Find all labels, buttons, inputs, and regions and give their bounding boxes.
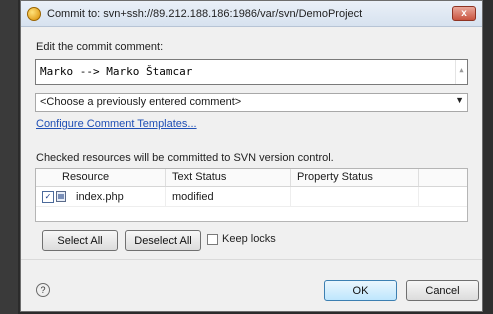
resource-name: index.php — [76, 190, 124, 203]
configure-templates-link[interactable]: Configure Comment Templates... — [36, 118, 197, 130]
column-header-extra — [419, 169, 467, 186]
previous-comment-value: <Choose a previously entered comment> — [40, 96, 242, 108]
background-left-strip — [0, 0, 18, 314]
resource-checkbox[interactable]: ✓ — [42, 190, 54, 203]
deselect-all-button[interactable]: Deselect All — [125, 230, 201, 251]
scroll-up-icon[interactable]: ▲ — [455, 60, 467, 84]
select-all-button[interactable]: Select All — [42, 230, 118, 251]
resources-table: Resource Text Status Property Status ✓ i… — [35, 168, 468, 222]
help-icon[interactable]: ? — [36, 283, 50, 297]
php-file-icon — [56, 191, 66, 202]
resources-caption: Checked resources will be committed to S… — [36, 152, 334, 164]
table-row[interactable]: ✓ index.php modified — [36, 187, 467, 207]
column-header-property-status[interactable]: Property Status — [291, 169, 419, 186]
comment-label: Edit the commit comment: — [36, 41, 164, 53]
text-status-cell: modified — [166, 187, 291, 206]
commit-dialog: Commit to: svn+ssh://89.212.188.186:1986… — [20, 0, 483, 312]
previous-comment-select[interactable]: <Choose a previously entered comment> ▼ — [35, 93, 468, 112]
keep-locks-checkbox[interactable] — [207, 234, 218, 245]
background-right-strip — [483, 0, 493, 314]
commit-comment-text: Marko --> Marko Štamcar — [40, 65, 193, 78]
resource-cell: ✓ index.php — [36, 187, 166, 206]
app-icon — [27, 6, 41, 21]
window-title: Commit to: svn+ssh://89.212.188.186:1986… — [47, 7, 363, 20]
close-button[interactable]: x — [452, 6, 476, 21]
column-header-text-status[interactable]: Text Status — [166, 169, 291, 186]
ok-button[interactable]: OK — [324, 280, 397, 301]
table-header: Resource Text Status Property Status — [36, 169, 467, 187]
property-status-cell — [291, 187, 419, 206]
title-bar: Commit to: svn+ssh://89.212.188.186:1986… — [21, 1, 482, 27]
column-header-resource[interactable]: Resource — [36, 169, 166, 186]
commit-comment-field[interactable]: Marko --> Marko Štamcar ▲ — [35, 59, 468, 85]
extra-cell — [419, 187, 467, 206]
cancel-button[interactable]: Cancel — [406, 280, 479, 301]
separator — [21, 259, 482, 260]
chevron-down-icon[interactable]: ▼ — [455, 95, 464, 105]
keep-locks-label: Keep locks — [222, 233, 276, 245]
